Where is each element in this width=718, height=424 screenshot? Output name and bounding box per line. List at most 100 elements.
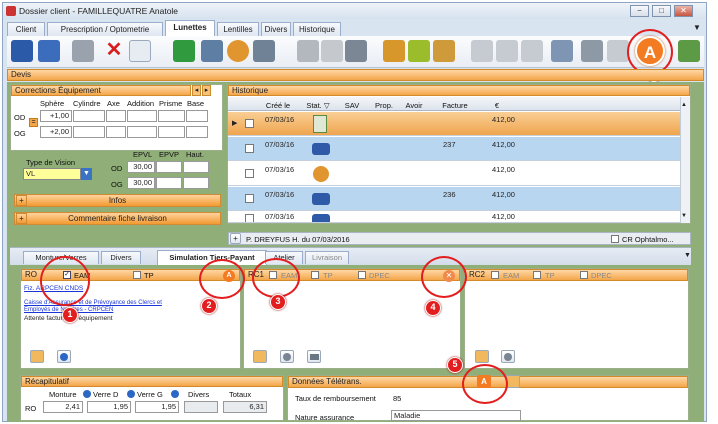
file-icon[interactable] (496, 40, 518, 62)
og-cylindre[interactable] (73, 126, 105, 138)
od-cylindre[interactable] (73, 110, 105, 122)
card-reader-icon[interactable] (607, 40, 629, 62)
subtab-livraison[interactable]: Livraison (305, 251, 349, 264)
tab-lunettes[interactable]: Lunettes (165, 20, 215, 36)
swap-button[interactable]: = (29, 118, 38, 127)
mail-icon[interactable] (471, 40, 493, 62)
basket-icon[interactable] (408, 40, 430, 62)
rc2-eam-checkbox[interactable] (491, 271, 499, 279)
og-epvp[interactable] (156, 177, 182, 189)
tab-divers[interactable]: Divers (261, 22, 291, 36)
rc1-edit-icon[interactable] (253, 350, 267, 363)
table-row[interactable]: 07/03/16 236 412,00 (228, 187, 680, 211)
info-icon[interactable] (83, 390, 91, 398)
scroll-down-icon[interactable]: ▼ (681, 213, 687, 219)
teletrans-edit-icon[interactable] (506, 375, 520, 388)
info-icon[interactable] (127, 390, 135, 398)
og-sphere[interactable]: +2,00 (40, 126, 72, 138)
od-epvl[interactable]: 30,00 (127, 161, 155, 173)
print-icon[interactable] (72, 40, 94, 62)
filter-icon[interactable]: ▽ (324, 101, 330, 110)
ro-tp-checkbox[interactable] (133, 271, 141, 279)
ro-edit-icon[interactable] (30, 350, 44, 363)
od-sphere[interactable]: +1,00 (40, 110, 72, 122)
subtabs-dropdown-icon[interactable]: ▼ (684, 252, 691, 259)
info-icon[interactable] (171, 390, 179, 398)
od-epvp[interactable] (156, 161, 182, 173)
tab-lentilles[interactable]: Lentilles (217, 22, 259, 36)
hdr-prop[interactable]: Prop. (369, 101, 399, 110)
od-prisme[interactable] (158, 110, 185, 122)
rc2-info-icon[interactable] (501, 350, 515, 363)
cr-ophtalmo-checkbox[interactable] (611, 235, 619, 243)
table-row[interactable]: 07/03/16 237 412,00 (228, 137, 680, 161)
hdr-avoir[interactable]: Avoir (399, 101, 429, 110)
subtab-divers[interactable]: Divers (101, 251, 141, 264)
nature-select[interactable]: Maladie (391, 410, 521, 421)
od-base[interactable] (186, 110, 208, 122)
scanner-icon[interactable] (551, 40, 573, 62)
document-icon[interactable] (201, 40, 223, 62)
ro-info-icon[interactable] (57, 350, 71, 363)
row-checkbox[interactable] (245, 194, 254, 203)
person-icon[interactable] (383, 40, 405, 62)
save-icon[interactable] (11, 40, 33, 62)
money-icon[interactable] (173, 40, 195, 62)
row-checkbox[interactable] (245, 144, 254, 153)
hdr-facture[interactable]: Facture (435, 101, 475, 110)
hdr-sav[interactable]: SAV (337, 101, 367, 110)
card-icon[interactable] (253, 40, 275, 62)
device-icon[interactable] (345, 40, 367, 62)
og-haut[interactable] (183, 177, 209, 189)
tab-client[interactable]: Client (7, 22, 45, 36)
table-row[interactable]: ▶ 07/03/16 412,00 (228, 112, 680, 136)
rc2-tp-checkbox[interactable] (533, 271, 541, 279)
infos-button[interactable]: Infos (14, 194, 221, 207)
close-button[interactable]: ✕ (674, 5, 693, 17)
historique-scrollbar[interactable] (680, 97, 690, 223)
rc1-dpec-checkbox[interactable] (358, 271, 366, 279)
hdr-cree[interactable]: Créé le (255, 101, 301, 110)
row-checkbox[interactable] (245, 169, 254, 178)
prev-icon[interactable]: ◂ (192, 85, 201, 96)
row-checkbox[interactable] (245, 214, 254, 222)
delete-icon[interactable]: ✕ (103, 40, 125, 62)
tab-prescription[interactable]: Prescription / Optometrie (47, 22, 163, 36)
save-as-icon[interactable] (38, 40, 60, 62)
scroll-up-icon[interactable]: ▲ (681, 102, 687, 108)
table-row[interactable]: 07/03/16 412,00 (228, 162, 680, 186)
od-haut[interactable] (183, 161, 209, 173)
chevron-down-icon[interactable]: ▼ (81, 168, 92, 180)
minimize-button[interactable]: − (630, 5, 649, 17)
maximize-button[interactable]: □ (652, 5, 671, 17)
hdr-euro[interactable]: € (477, 101, 517, 110)
od-addition[interactable] (127, 110, 157, 122)
rc2-dpec-checkbox[interactable] (580, 271, 588, 279)
og-addition[interactable] (127, 126, 157, 138)
vision-select[interactable]: VL (23, 168, 81, 180)
commentaire-expand-icon[interactable]: + (16, 213, 27, 224)
row-checkbox[interactable] (245, 119, 254, 128)
next-icon[interactable]: ▸ (202, 85, 211, 96)
commentaire-button[interactable]: Commentaire fiche livraison (14, 212, 221, 225)
infos-expand-icon[interactable]: + (16, 195, 27, 206)
ro-link-caisse[interactable]: Caisse d'Assurance et de Prévoyance des … (24, 300, 174, 314)
eye-icon[interactable] (297, 40, 319, 62)
og-prisme[interactable] (158, 126, 185, 138)
rc1-card-icon[interactable] (307, 350, 321, 363)
hdr-stat[interactable]: Stat. ▽ (303, 101, 333, 110)
og-base[interactable] (186, 126, 208, 138)
og-epvl[interactable]: 30,00 (127, 177, 155, 189)
contact-icon[interactable] (433, 40, 455, 62)
search-icon[interactable] (521, 40, 543, 62)
exit-icon[interactable] (678, 40, 700, 62)
footer-expand-icon[interactable]: + (230, 233, 241, 244)
users-icon[interactable] (227, 40, 249, 62)
od-axe[interactable] (106, 110, 126, 122)
rc1-info-icon[interactable] (280, 350, 294, 363)
list-icon[interactable] (581, 40, 603, 62)
tabs-dropdown-icon[interactable]: ▼ (693, 23, 701, 32)
rc2-edit-icon[interactable] (475, 350, 489, 363)
table-row[interactable]: 07/03/16 412,00 (228, 212, 680, 223)
tab-historique[interactable]: Historique (293, 22, 341, 36)
